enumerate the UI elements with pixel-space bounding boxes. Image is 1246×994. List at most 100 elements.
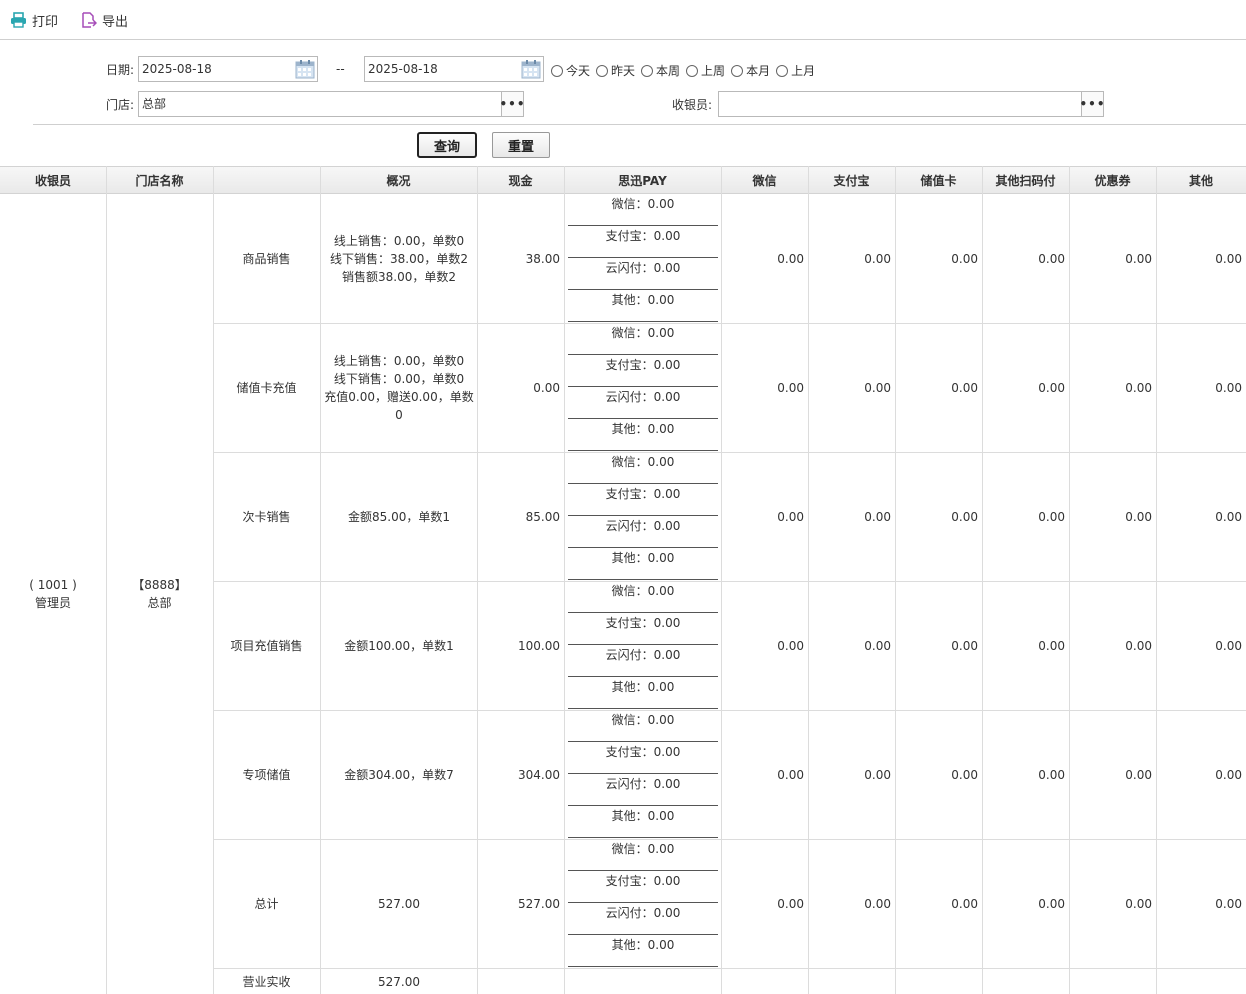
summary-cell: 线上销售：0.00，单数0 线下销售：38.00，单数2 销售额38.00，单数2 xyxy=(321,194,477,323)
col-wechat-header: 微信 xyxy=(752,174,777,188)
coupon-cell: 0.00 xyxy=(1125,767,1152,782)
sixun-pay-item: 支付宝：0.00 xyxy=(568,355,718,387)
store-picker-button[interactable]: ••• xyxy=(500,92,525,116)
footer-value: 527.00 xyxy=(378,975,420,989)
sixun-pay-item: 其他：0.00 xyxy=(568,806,718,838)
cash-cell: 527.00 xyxy=(518,896,560,911)
col-alipay-header: 支付宝 xyxy=(833,174,870,188)
summary-cell: 金额304.00，单数7 xyxy=(321,710,477,839)
reset-button[interactable]: 重置 xyxy=(492,132,550,158)
other-scan-cell: 0.00 xyxy=(1038,380,1065,395)
alipay-cell: 0.00 xyxy=(864,380,891,395)
sixun-pay-item: 云闪付：0.00 xyxy=(568,774,718,806)
alipay-cell: 0.00 xyxy=(864,638,891,653)
store-input[interactable]: 总部 ••• xyxy=(138,91,525,117)
print-button[interactable]: 打印 xyxy=(10,10,58,30)
col-store-name-header: 门店名称 xyxy=(135,174,184,188)
calendar-icon[interactable] xyxy=(521,59,541,79)
other-scan-cell: 0.00 xyxy=(1038,638,1065,653)
sixun-pay-item: 支付宝：0.00 xyxy=(568,484,718,516)
summary-line: 线下销售：38.00，单数2 xyxy=(330,251,468,266)
coupon-cell: 0.00 xyxy=(1125,638,1152,653)
cashier-label: 收银员: xyxy=(672,98,713,112)
other-scan-cell: 0.00 xyxy=(1038,767,1065,782)
calendar-icon[interactable] xyxy=(295,59,315,79)
summary-cell: 金额85.00，单数1 xyxy=(321,452,477,581)
report-table: 收银员 门店名称 概况 现金 思迅PAY 微信 支付宝 储值卡 其他扫码付 优惠券 其他 ( 100… xyxy=(0,166,1246,994)
summary-line: 527.00 xyxy=(378,896,420,911)
radio-last-week[interactable]: 上周 xyxy=(686,62,725,79)
radio-last-month[interactable]: 上月 xyxy=(776,62,815,79)
store-label: 门店: xyxy=(106,98,135,112)
sixun-pay-item: 微信：0.00 xyxy=(568,710,718,742)
summary-line: 0 xyxy=(395,407,403,422)
alipay-cell: 0.00 xyxy=(864,251,891,266)
sixun-pay-item: 其他：0.00 xyxy=(568,677,718,709)
wechat-cell: 0.00 xyxy=(777,251,804,266)
radio-today[interactable]: 今天 xyxy=(551,62,590,79)
stored-card-cell: 0.00 xyxy=(951,896,978,911)
col-coupon-header: 优惠券 xyxy=(1094,174,1131,188)
cashier-cell: ( 1001 ) 管理员 xyxy=(0,194,106,994)
other-cell: 0.00 xyxy=(1215,380,1242,395)
cash-cell: 100.00 xyxy=(518,638,560,653)
col-category-header xyxy=(213,167,320,195)
toolbar: 打印 导出 xyxy=(0,0,1246,40)
cashier-input[interactable]: ••• xyxy=(718,91,1105,117)
date-to-input[interactable]: 2025-08-18 xyxy=(364,56,544,82)
cash-cell: 304.00 xyxy=(518,767,560,782)
wechat-cell: 0.00 xyxy=(777,767,804,782)
category-cell: 总计 xyxy=(254,896,279,911)
query-button[interactable]: 查询 xyxy=(417,132,477,158)
cash-cell: 85.00 xyxy=(525,509,560,524)
category-cell: 储值卡充值 xyxy=(236,380,297,395)
col-stored-card-header: 储值卡 xyxy=(920,174,957,188)
coupon-cell: 0.00 xyxy=(1125,251,1152,266)
summary-cell: 金额100.00，单数1 xyxy=(321,581,477,710)
other-cell: 0.00 xyxy=(1215,509,1242,524)
date-from-input[interactable]: 2025-08-18 xyxy=(138,56,318,82)
category-cell: 专项储值 xyxy=(242,767,291,782)
other-scan-cell: 0.00 xyxy=(1038,509,1065,524)
summary-line: 线上销售：0.00，单数0 xyxy=(333,353,465,368)
table-header: 收银员 门店名称 概况 现金 思迅PAY 微信 支付宝 储值卡 其他扫码付 优惠券 其他 xyxy=(0,166,1246,194)
summary-line: 金额304.00，单数7 xyxy=(344,767,454,782)
summary-line: 销售额38.00，单数2 xyxy=(342,269,456,284)
export-icon xyxy=(82,11,97,28)
sixun-pay-item: 云闪付：0.00 xyxy=(568,258,718,290)
coupon-cell: 0.00 xyxy=(1125,509,1152,524)
wechat-cell: 0.00 xyxy=(777,896,804,911)
cashier-picker-button[interactable]: ••• xyxy=(1080,92,1105,116)
radio-this-week[interactable]: 本周 xyxy=(641,62,680,79)
stored-card-cell: 0.00 xyxy=(951,767,978,782)
date-to-value: 2025-08-18 xyxy=(368,62,438,76)
sixun-pay-item: 云闪付：0.00 xyxy=(568,387,718,419)
filter-divider xyxy=(33,124,1246,125)
summary-line: 线上销售：0.00，单数0 xyxy=(333,233,465,248)
sixun-pay-item: 微信：0.00 xyxy=(568,452,718,484)
radio-yesterday[interactable]: 昨天 xyxy=(596,62,635,79)
wechat-cell: 0.00 xyxy=(777,380,804,395)
sixun-pay-item: 其他：0.00 xyxy=(568,290,718,322)
quick-date-group: 今天 昨天 本周 上周 本月 上月 xyxy=(551,62,821,79)
radio-this-month[interactable]: 本月 xyxy=(731,62,770,79)
sixun-pay-item: 支付宝：0.00 xyxy=(568,742,718,774)
wechat-cell: 0.00 xyxy=(777,509,804,524)
summary-line: 线下销售：0.00，单数0 xyxy=(333,371,465,386)
other-scan-cell: 0.00 xyxy=(1038,896,1065,911)
export-button[interactable]: 导出 xyxy=(80,10,128,30)
summary-cell: 527.00 xyxy=(321,839,477,968)
wechat-cell: 0.00 xyxy=(777,638,804,653)
store-cell: 【8888】 总部 xyxy=(106,194,213,994)
col-other-header: 其他 xyxy=(1188,174,1213,188)
sixun-pay-item: 其他：0.00 xyxy=(568,419,718,451)
store-code: 【8888】 xyxy=(132,578,187,592)
col-summary-header: 概况 xyxy=(386,174,411,188)
other-cell: 0.00 xyxy=(1215,638,1242,653)
stored-card-cell: 0.00 xyxy=(951,509,978,524)
category-cell: 商品销售 xyxy=(242,251,291,266)
alipay-cell: 0.00 xyxy=(864,896,891,911)
col-cash-header: 现金 xyxy=(508,174,533,188)
printer-icon xyxy=(11,12,26,28)
summary-line: 金额100.00，单数1 xyxy=(344,638,454,653)
